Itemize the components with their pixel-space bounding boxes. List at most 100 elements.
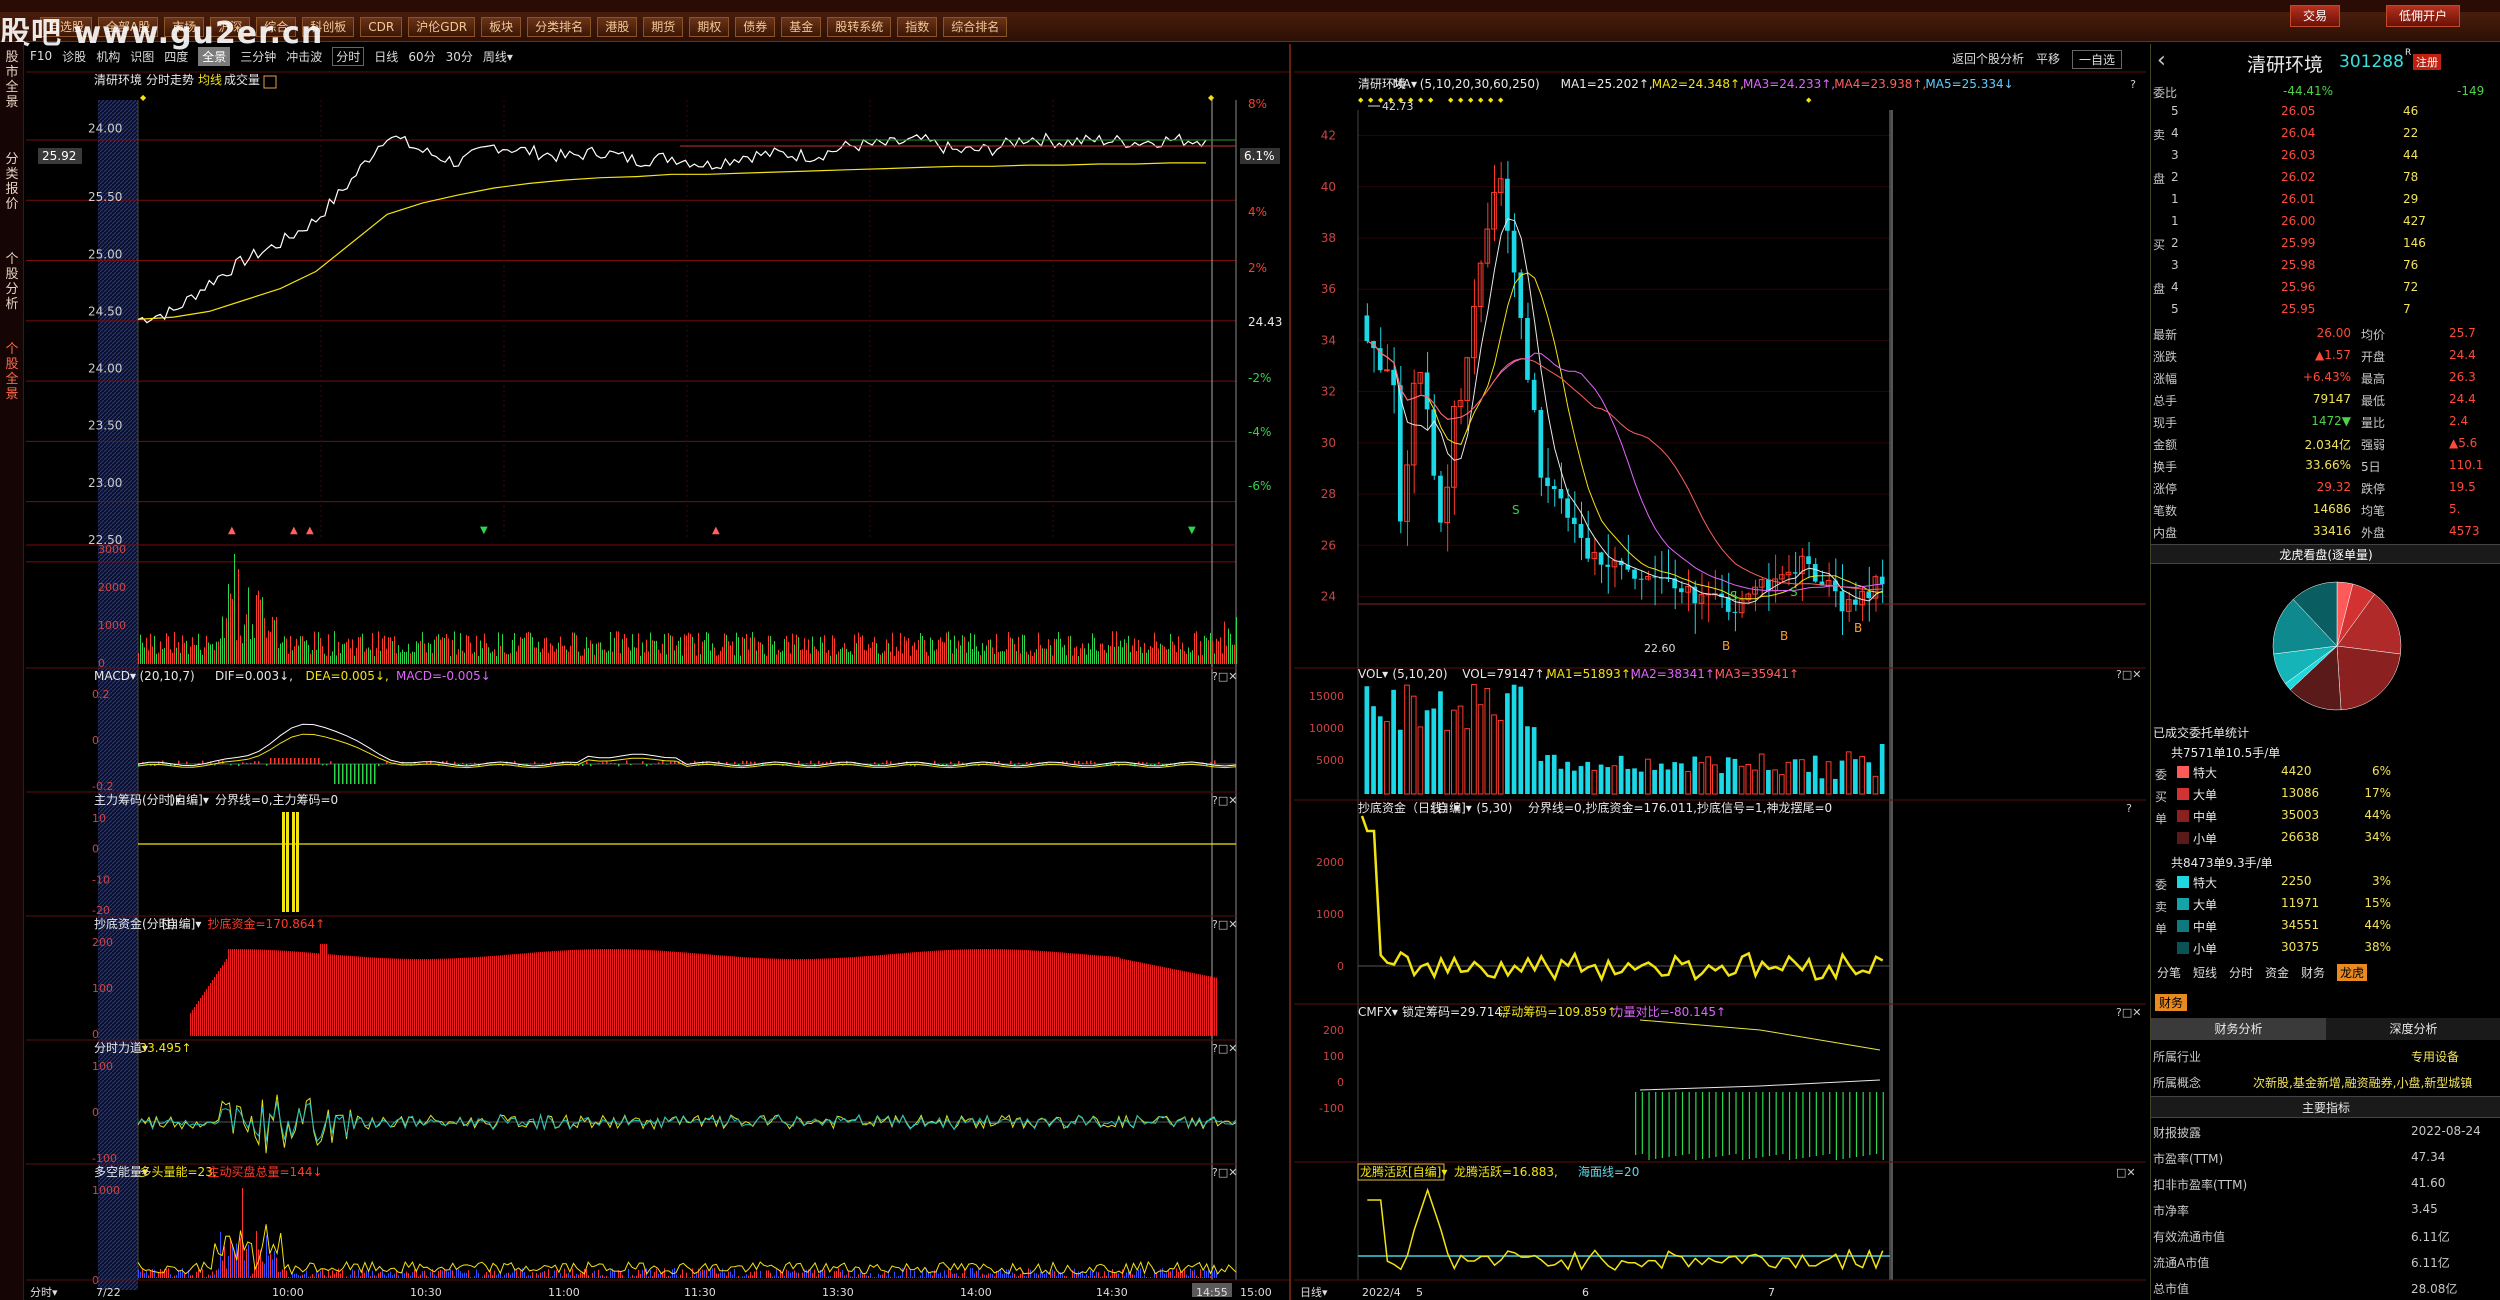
cmfx-hdr: 力量对比=-80.145↑: [1612, 1005, 1726, 1019]
dvol-bar-down: [1792, 759, 1798, 794]
quote-tab-5[interactable]: 龙虎: [2337, 964, 2368, 981]
fin-tab[interactable]: 财务: [2155, 994, 2188, 1011]
macd-bar: [886, 760, 888, 764]
cdzj-bar: [216, 974, 218, 1036]
dvol-close-icon[interactable]: ?□✕: [2116, 668, 2141, 681]
dkn-close-icon[interactable]: ?□✕: [1212, 1166, 1237, 1179]
fsld-close-icon[interactable]: ?□✕: [1212, 1042, 1237, 1055]
buy-side-2: 单: [2155, 812, 2168, 826]
cdzj-bar: [596, 949, 598, 1036]
fin-sub-analysis[interactable]: 财务分析: [2151, 1018, 2326, 1040]
cdzj-bar: [826, 958, 828, 1036]
macd-bar: [850, 763, 852, 764]
cdzj-bar: [546, 951, 548, 1036]
vol-bar: [258, 590, 259, 664]
vol-bar: [314, 631, 315, 664]
quote-tab-1[interactable]: 短线: [2193, 964, 2217, 981]
trade-button[interactable]: 交易: [2290, 5, 2341, 27]
vol-bar: [742, 636, 743, 664]
buy-marker-2: ▲: [306, 525, 314, 536]
vol-bar: [164, 647, 165, 664]
quote-tab-4[interactable]: 财务: [2301, 964, 2325, 981]
fin-sub-deep[interactable]: 深度分析: [2326, 1018, 2500, 1040]
lthy-close-icon[interactable]: □✕: [2116, 1166, 2136, 1179]
cdzj-bar: [1020, 949, 1022, 1036]
macd-bar: [274, 758, 276, 764]
dkn-bar: [718, 1273, 719, 1278]
dkn-bar: [570, 1275, 571, 1278]
vol-bar: [654, 640, 655, 664]
vol-bar: [452, 640, 453, 664]
cdzj-bar: [594, 949, 596, 1036]
dkn-bar: [826, 1277, 827, 1278]
cdzj-bar: [788, 958, 790, 1036]
sell-row-pct-3: 38%: [2364, 940, 2391, 954]
dvol-bar-down: [1618, 755, 1624, 794]
back-icon[interactable]: ‹: [2157, 48, 2166, 73]
quote-tab-0[interactable]: 分笔: [2157, 964, 2181, 981]
vol-bar: [1072, 655, 1073, 664]
cdzj-bar: [878, 955, 880, 1036]
dkn-bar: [850, 1276, 851, 1278]
vol-bar: [1070, 635, 1071, 664]
dkn-bar: [370, 1276, 371, 1278]
cmfx-bar: [1742, 1092, 1744, 1160]
vol-bar: [880, 654, 881, 664]
zl-close-icon[interactable]: ?□✕: [1212, 794, 1237, 807]
dkn-bar: [196, 1271, 197, 1278]
open-account-button[interactable]: 低佣开户: [2386, 5, 2461, 27]
cdzj-close-icon[interactable]: ?□✕: [1212, 918, 1237, 931]
dkn-bar: [424, 1270, 425, 1278]
vol-bar: [418, 643, 419, 664]
cdzj-bar: [760, 958, 762, 1036]
macd-close-icon[interactable]: ?□✕: [1212, 670, 1237, 683]
quote-tab-2[interactable]: 分时: [2229, 964, 2253, 981]
cmfx-bar: [1668, 1092, 1670, 1157]
vol-bar: [296, 638, 297, 664]
cdzj-bar: [560, 950, 562, 1036]
dcd-help-icon[interactable]: ?: [2126, 802, 2132, 815]
daily-help-icon[interactable]: ?: [2130, 78, 2136, 91]
vol-bar: [374, 655, 375, 664]
dkn-bar: [1202, 1276, 1203, 1278]
cdzj-bar: [412, 958, 414, 1036]
dkn-bar: [878, 1273, 879, 1278]
cdzj-bar: [808, 958, 810, 1036]
vol-bar: [1160, 643, 1161, 664]
vol-bar: [918, 640, 919, 664]
macd-bar: [614, 763, 616, 764]
vol-bar: [638, 633, 639, 664]
dcd-line: [1360, 815, 1884, 983]
cdzj-bar: [672, 951, 674, 1036]
quote-tab-3[interactable]: 资金: [2265, 964, 2289, 981]
cdzj-bar: [926, 951, 928, 1036]
fsld-hdr: 33.495↑: [140, 1041, 192, 1055]
dvol-hdr: VOL=79147↑,: [1462, 667, 1548, 681]
left-pane-bg: [26, 72, 1290, 1300]
vol-bar: [508, 654, 509, 664]
dkn-bar: [510, 1274, 511, 1278]
vol-bar: [416, 641, 417, 664]
reg-badge: 注册: [2413, 54, 2441, 70]
macd-bar: [674, 761, 676, 764]
sell-row-val-1: 11971: [2281, 896, 2320, 910]
cmfx-bar: [1675, 1092, 1677, 1156]
candle-down: [1364, 315, 1370, 342]
cdzj-bar: [1090, 954, 1092, 1036]
cdzj-bar: [722, 955, 724, 1036]
cdzj-bar: [876, 955, 878, 1036]
vol-bar: [462, 650, 463, 664]
cdzj-bar: [846, 957, 848, 1036]
macd-bar: [230, 764, 232, 766]
zl-tick: -10: [92, 873, 110, 886]
cdzj-bar: [764, 958, 766, 1036]
cdzj-bar: [1124, 959, 1126, 1036]
vol-bar: [324, 653, 325, 664]
dkn-bar: [912, 1276, 913, 1278]
vol-bar: [884, 650, 885, 664]
vol-bar: [220, 638, 221, 664]
cdzj-bar: [962, 949, 964, 1036]
cdzj-bar: [472, 957, 474, 1036]
cdzj-bar: [776, 958, 778, 1036]
cmfx-close-icon[interactable]: ?□✕: [2116, 1006, 2141, 1019]
